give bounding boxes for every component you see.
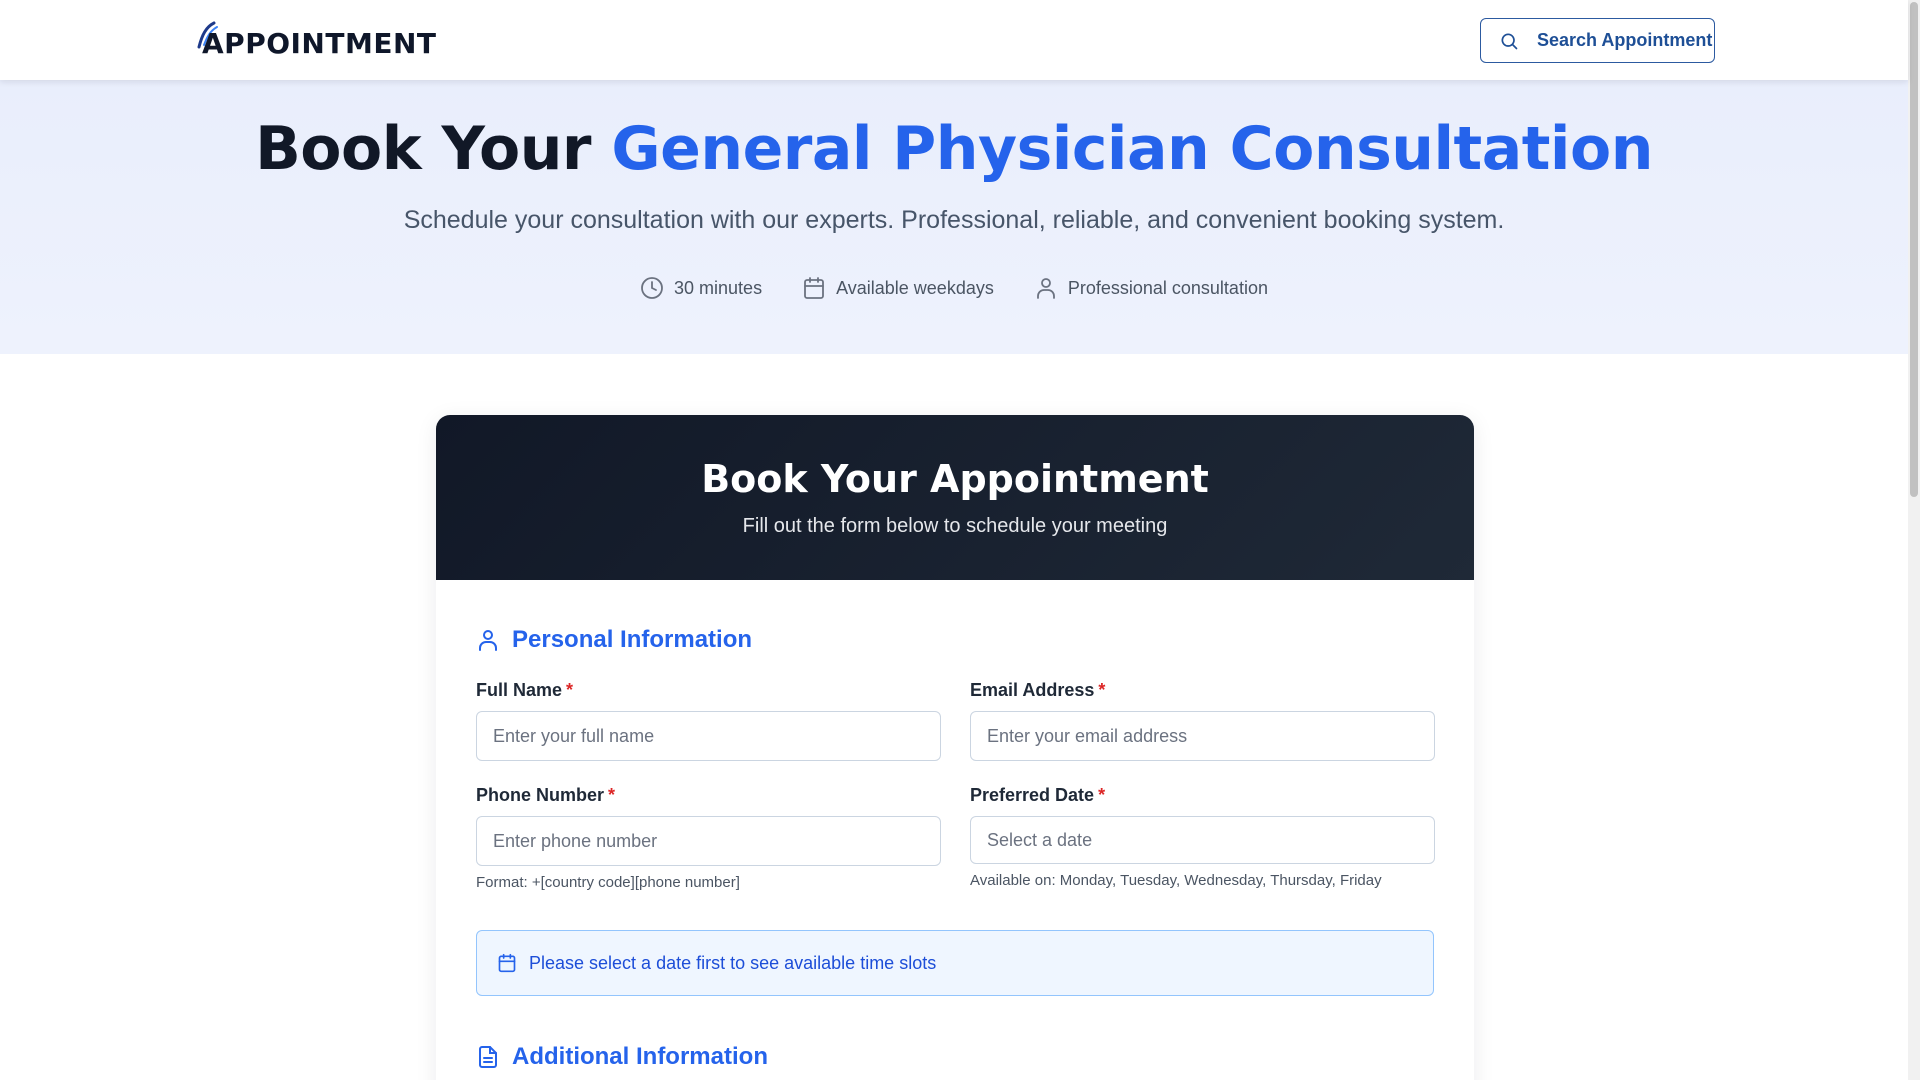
hero-section: Book Your General Physician Consultation…	[0, 80, 1908, 354]
required-mark: *	[566, 680, 574, 700]
form-subtitle: Fill out the form below to schedule your…	[742, 515, 1168, 537]
date-label: Preferred Date *	[970, 785, 1435, 806]
hero-subtitle: Schedule your consultation with our expe…	[403, 206, 1505, 234]
additional-information-title: Additional Information	[512, 1043, 768, 1070]
date-group: Preferred Date* Available on: Monday, Tu…	[970, 785, 1435, 889]
full-name-label: Full Name *	[476, 680, 941, 701]
phone-label: Phone Number *	[476, 785, 941, 806]
phone-format-hint: Format: +[country code][phone number]	[476, 874, 740, 891]
required-mark: *	[1098, 785, 1106, 805]
feature-duration-label: 30 minutes	[674, 277, 763, 298]
full-name-input[interactable]	[476, 711, 941, 761]
required-mark: *	[1098, 680, 1106, 700]
clock-icon	[641, 277, 663, 299]
hero-title-prefix: Book Your	[255, 114, 612, 184]
hero-title-accent: General Physician Consultation	[611, 114, 1653, 184]
scrollbar-thumb[interactable]	[1910, 2, 1918, 497]
document-icon	[479, 1046, 497, 1068]
email-label-text: Email Address	[970, 680, 1095, 700]
search-icon	[1501, 33, 1518, 49]
calendar-icon	[804, 277, 824, 299]
phone-label-text: Phone Number	[476, 785, 605, 805]
full-name-group: Full Name *	[476, 680, 941, 761]
date-availability-hint: Available on: Monday, Tuesday, Wednesday…	[970, 872, 1382, 889]
user-icon	[1036, 278, 1055, 299]
required-mark: *	[608, 785, 616, 805]
form-header: Book Your Appointment Fill out the form …	[436, 415, 1474, 580]
date-picker-input[interactable]	[970, 816, 1435, 864]
full-name-label-text: Full Name	[476, 680, 563, 700]
calendar-icon	[498, 953, 516, 973]
time-slot-notice-text: Please select a date first to see availa…	[529, 952, 937, 973]
top-bar: APPOINTMENT Search Appointment	[0, 0, 1908, 80]
email-label: Email Address *	[970, 680, 1435, 701]
phone-input[interactable]	[476, 816, 941, 866]
search-appointment-button[interactable]: Search Appointment	[1480, 18, 1715, 63]
date-label-text: Preferred Date	[970, 785, 1095, 805]
feature-professional: Professional consultation	[1034, 276, 1268, 300]
page-scrollbar[interactable]	[1908, 0, 1920, 1080]
feature-duration: 30 minutes	[640, 276, 762, 300]
additional-information-heading: Additional Information	[476, 1043, 768, 1071]
form-title: Book Your Appointment	[701, 457, 1209, 501]
email-input[interactable]	[970, 711, 1435, 761]
page: APPOINTMENT Search Appointment Book Your…	[0, 0, 1920, 1080]
personal-information-title: Personal Information	[512, 626, 753, 653]
booking-form-card: Book Your Appointment Fill out the form …	[436, 415, 1474, 1080]
hero-features: 30 minutes Available weekdays Profession…	[0, 276, 1908, 300]
feature-professional-label: Professional consultation	[1067, 277, 1268, 298]
user-icon	[479, 630, 497, 651]
time-slot-notice: Please select a date first to see availa…	[476, 930, 1434, 996]
personal-information-heading: Personal Information	[476, 626, 752, 654]
hero-title: Book Your General Physician Consultation	[0, 114, 1908, 184]
feature-availability-label: Available weekdays	[836, 277, 994, 298]
logo-text: APPOINTMENT	[202, 26, 437, 60]
phone-group: Phone Number* Format: +[country code][ph…	[476, 785, 941, 891]
logo[interactable]: APPOINTMENT	[197, 21, 437, 61]
feature-availability: Available weekdays	[802, 276, 994, 300]
email-group: Email Address *	[970, 680, 1435, 761]
search-appointment-label: Search Appointment	[1537, 30, 1713, 50]
